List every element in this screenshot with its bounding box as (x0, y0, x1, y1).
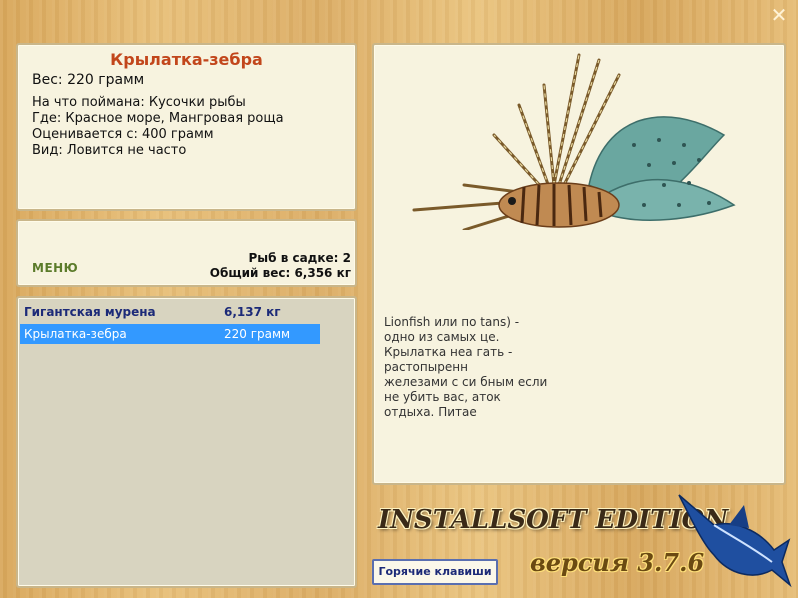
total-weight: Общий вес: 6,356 кг (209, 266, 351, 280)
catch-list-panel: Гигантская мурена 6,137 кг Крылатка-зебр… (16, 296, 357, 588)
fish-count: Рыб в садке: 2 (248, 251, 352, 265)
fish-weight: Вес: 220 грамм (32, 72, 145, 88)
description-text: Lionfish или по tans) - одно из самых це… (384, 315, 744, 420)
hotkeys-button[interactable]: Горячие клавиши (372, 559, 498, 585)
description-line: не убить вас, аток (384, 390, 501, 404)
valued-from-text: Оценивается с: 400 грамм (32, 127, 214, 142)
description-line: железами с си бным если (384, 375, 548, 389)
caught-on-text: На что поймана: Кусочки рыбы (32, 95, 246, 110)
description-line: Lionfish или по tans) - (384, 315, 520, 329)
fish-description-panel: Lionfish или по tans) - одно из самых це… (372, 43, 786, 485)
fish-details: На что поймана: Кусочки рыбы Где: Красно… (32, 95, 284, 159)
lionfish-image (404, 53, 764, 235)
list-item-name: Гигантская мурена (24, 305, 156, 319)
list-item-weight: 220 грамм (224, 327, 291, 341)
list-item[interactable]: Гигантская мурена 6,137 кг (20, 302, 320, 322)
description-line: отдыха. Питае (384, 405, 477, 419)
description-line: Крылатка неа гать - (384, 345, 513, 359)
fish-title: Крылатка-зебра (110, 50, 263, 69)
location-text: Где: Красное море, Мангровая роща (32, 111, 284, 126)
fish-info-panel: Крылатка-зебра Вес: 220 грамм На что пой… (16, 43, 357, 211)
net-stats: Рыб в садке: 2 Общий вес: 6,356 кг (210, 251, 351, 281)
list-item-name: Крылатка-зебра (24, 327, 127, 341)
close-icon[interactable]: ✕ (770, 5, 788, 25)
description-line: растопыренн (384, 360, 468, 374)
menu-button[interactable]: МЕНЮ (32, 261, 78, 275)
kind-text: Вид: Ловится не часто (32, 143, 187, 158)
description-line: одно из самых це. (384, 330, 500, 344)
stats-panel: МЕНЮ Рыб в садке: 2 Общий вес: 6,356 кг (16, 219, 357, 287)
list-item-selected[interactable]: Крылатка-зебра 220 грамм (20, 324, 320, 344)
marlin-logo-icon (678, 494, 792, 588)
list-item-weight: 6,137 кг (224, 305, 281, 319)
